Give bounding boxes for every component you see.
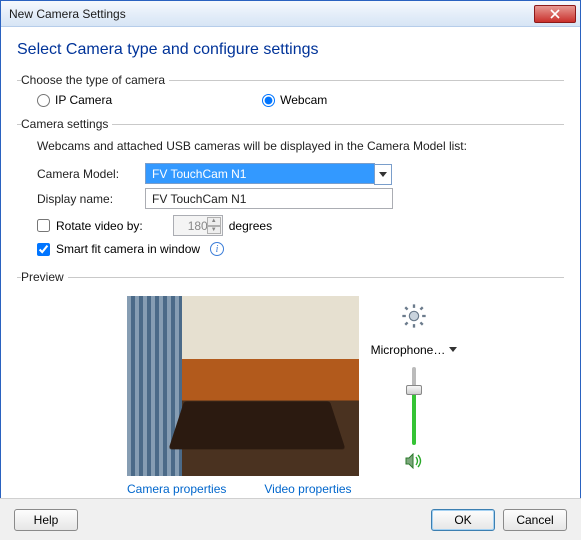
slider-track <box>412 367 416 445</box>
settings-gear-button[interactable] <box>400 302 428 333</box>
titlebar: New Camera Settings <box>1 1 580 27</box>
dialog-footer: Help OK Cancel <box>0 498 581 540</box>
camera-model-dropdown-arrow[interactable] <box>374 164 392 185</box>
radio-ip-camera-label: IP Camera <box>55 93 112 107</box>
cancel-button[interactable]: Cancel <box>503 509 567 531</box>
radio-webcam-label: Webcam <box>280 93 327 107</box>
smartfit-checkbox[interactable] <box>37 243 50 256</box>
rotate-unit: degrees <box>229 219 272 233</box>
chevron-down-icon <box>449 347 457 353</box>
settings-info-text: Webcams and attached USB cameras will be… <box>37 139 564 153</box>
rotate-degrees-input[interactable]: 180 ▲ ▼ <box>173 215 223 236</box>
speaker-button[interactable] <box>405 453 423 472</box>
slider-thumb[interactable] <box>406 385 422 395</box>
video-properties-link[interactable]: Video properties <box>264 482 351 496</box>
spinner-up-icon[interactable]: ▲ <box>207 217 221 226</box>
close-icon <box>550 9 560 19</box>
group-camera-settings: Camera settings Webcams and attached USB… <box>17 117 564 264</box>
camera-preview-image <box>127 296 359 476</box>
spinner-down-icon[interactable]: ▼ <box>207 226 221 235</box>
microphone-label: Microphone… <box>371 343 446 357</box>
help-button[interactable]: Help <box>14 509 78 531</box>
camera-model-label: Camera Model: <box>37 167 137 181</box>
rotate-label: Rotate video by: <box>56 219 143 233</box>
preview-side-panel: Microphone… <box>369 296 459 476</box>
speaker-icon <box>405 453 423 469</box>
group-legend-preview: Preview <box>21 270 68 284</box>
display-name-input[interactable] <box>145 188 393 209</box>
group-legend-settings: Camera settings <box>21 117 112 131</box>
chevron-down-icon <box>379 172 387 178</box>
smartfit-label: Smart fit camera in window <box>56 242 200 256</box>
rotate-spinner[interactable]: ▲ ▼ <box>207 217 221 234</box>
group-preview: Preview Microphone… C <box>17 270 564 500</box>
group-camera-type: Choose the type of camera IP Camera Webc… <box>17 73 564 111</box>
close-button[interactable] <box>534 5 576 23</box>
camera-model-value: FV TouchCam N1 <box>152 167 246 181</box>
radio-webcam[interactable]: Webcam <box>262 93 327 107</box>
page-heading: Select Camera type and configure setting… <box>17 41 564 59</box>
camera-model-dropdown[interactable]: FV TouchCam N1 <box>145 163 375 184</box>
group-legend-type: Choose the type of camera <box>21 73 169 87</box>
display-name-label: Display name: <box>37 192 137 206</box>
radio-ip-camera-input[interactable] <box>37 94 50 107</box>
camera-properties-link[interactable]: Camera properties <box>127 482 226 496</box>
radio-webcam-input[interactable] <box>262 94 275 107</box>
rotate-checkbox[interactable] <box>37 219 50 232</box>
window-title: New Camera Settings <box>9 7 534 21</box>
microphone-dropdown[interactable]: Microphone… <box>371 343 458 357</box>
ok-button[interactable]: OK <box>431 509 495 531</box>
gear-icon <box>400 302 428 330</box>
rotate-degrees-value: 180 <box>188 219 208 233</box>
info-icon[interactable]: i <box>210 242 224 256</box>
radio-ip-camera[interactable]: IP Camera <box>37 93 112 107</box>
dialog-content: Select Camera type and configure setting… <box>1 27 580 514</box>
mic-volume-slider[interactable] <box>404 367 424 445</box>
